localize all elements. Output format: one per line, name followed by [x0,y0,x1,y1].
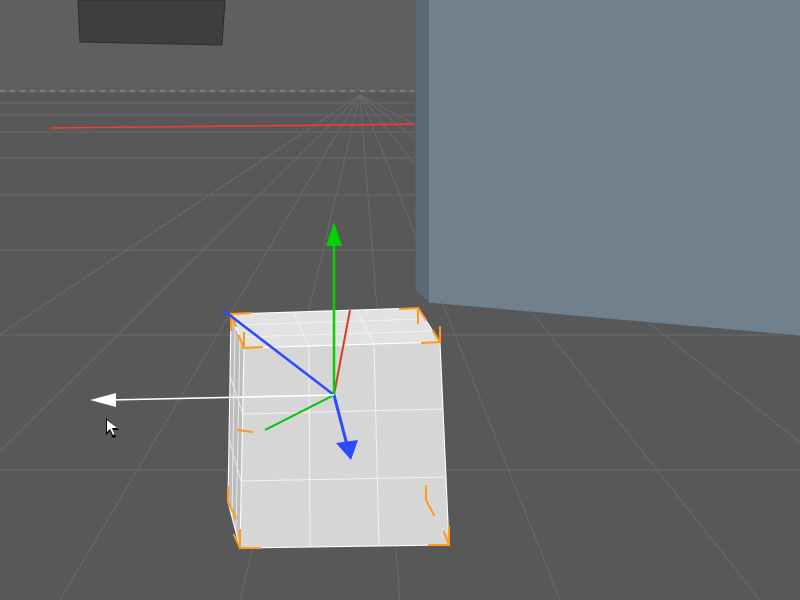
cube-selected[interactable] [228,308,449,548]
panel-upper-left[interactable] [78,0,225,45]
3d-viewport[interactable] [0,0,800,600]
cube-large[interactable] [415,0,800,336]
